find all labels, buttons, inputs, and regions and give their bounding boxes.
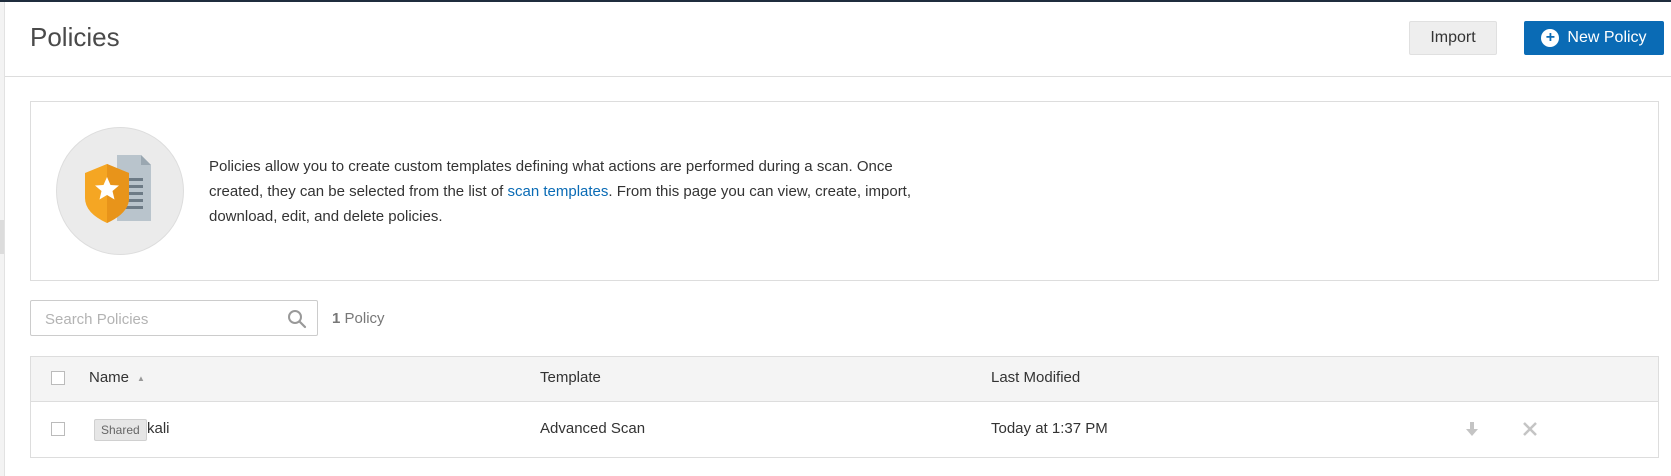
plus-circle-icon: + bbox=[1541, 29, 1560, 47]
policy-template: Advanced Scan bbox=[540, 420, 646, 437]
search-box bbox=[30, 300, 318, 337]
policy-count: 1 Policy bbox=[332, 310, 385, 327]
page-header: Policies Import + New Policy bbox=[5, 2, 1671, 77]
row-checkbox[interactable] bbox=[51, 422, 65, 436]
search-icon[interactable] bbox=[287, 309, 307, 329]
shared-badge: Shared bbox=[94, 419, 147, 441]
sort-ascending-icon: ▲ bbox=[137, 373, 145, 383]
scan-templates-link[interactable]: scan templates bbox=[508, 183, 609, 200]
new-policy-label: New Policy bbox=[1567, 29, 1647, 46]
new-policy-button[interactable]: + New Policy bbox=[1524, 21, 1664, 55]
column-header-name[interactable]: Name ▲ bbox=[89, 369, 145, 386]
column-name-label: Name bbox=[89, 369, 130, 386]
policies-description: Policies allow you to create custom temp… bbox=[209, 154, 949, 229]
select-all-checkbox[interactable] bbox=[51, 371, 65, 385]
close-icon[interactable] bbox=[1521, 420, 1539, 438]
page-title: Policies bbox=[30, 22, 120, 52]
sidebar-collapse-handle[interactable] bbox=[0, 220, 4, 254]
policy-count-label: Policy bbox=[344, 310, 385, 327]
policies-info-panel: Policies allow you to create custom temp… bbox=[30, 101, 1659, 281]
policy-last-modified: Today at 1:37 PM bbox=[991, 420, 1108, 437]
policies-table: Name ▲ Template Last Modified Shared kali… bbox=[30, 356, 1659, 458]
table-header: Name ▲ Template Last Modified bbox=[31, 357, 1658, 402]
table-row[interactable]: Shared kali Advanced Scan Today at 1:37 … bbox=[31, 402, 1658, 457]
policy-name[interactable]: kali bbox=[147, 420, 170, 437]
policy-count-number: 1 bbox=[332, 310, 341, 327]
policy-document-shield-star-icon bbox=[56, 127, 184, 255]
search-input[interactable] bbox=[43, 301, 287, 337]
download-icon[interactable] bbox=[1463, 420, 1481, 438]
import-button[interactable]: Import bbox=[1409, 21, 1497, 55]
column-header-template[interactable]: Template bbox=[540, 369, 601, 386]
column-header-last-modified[interactable]: Last Modified bbox=[991, 369, 1080, 386]
